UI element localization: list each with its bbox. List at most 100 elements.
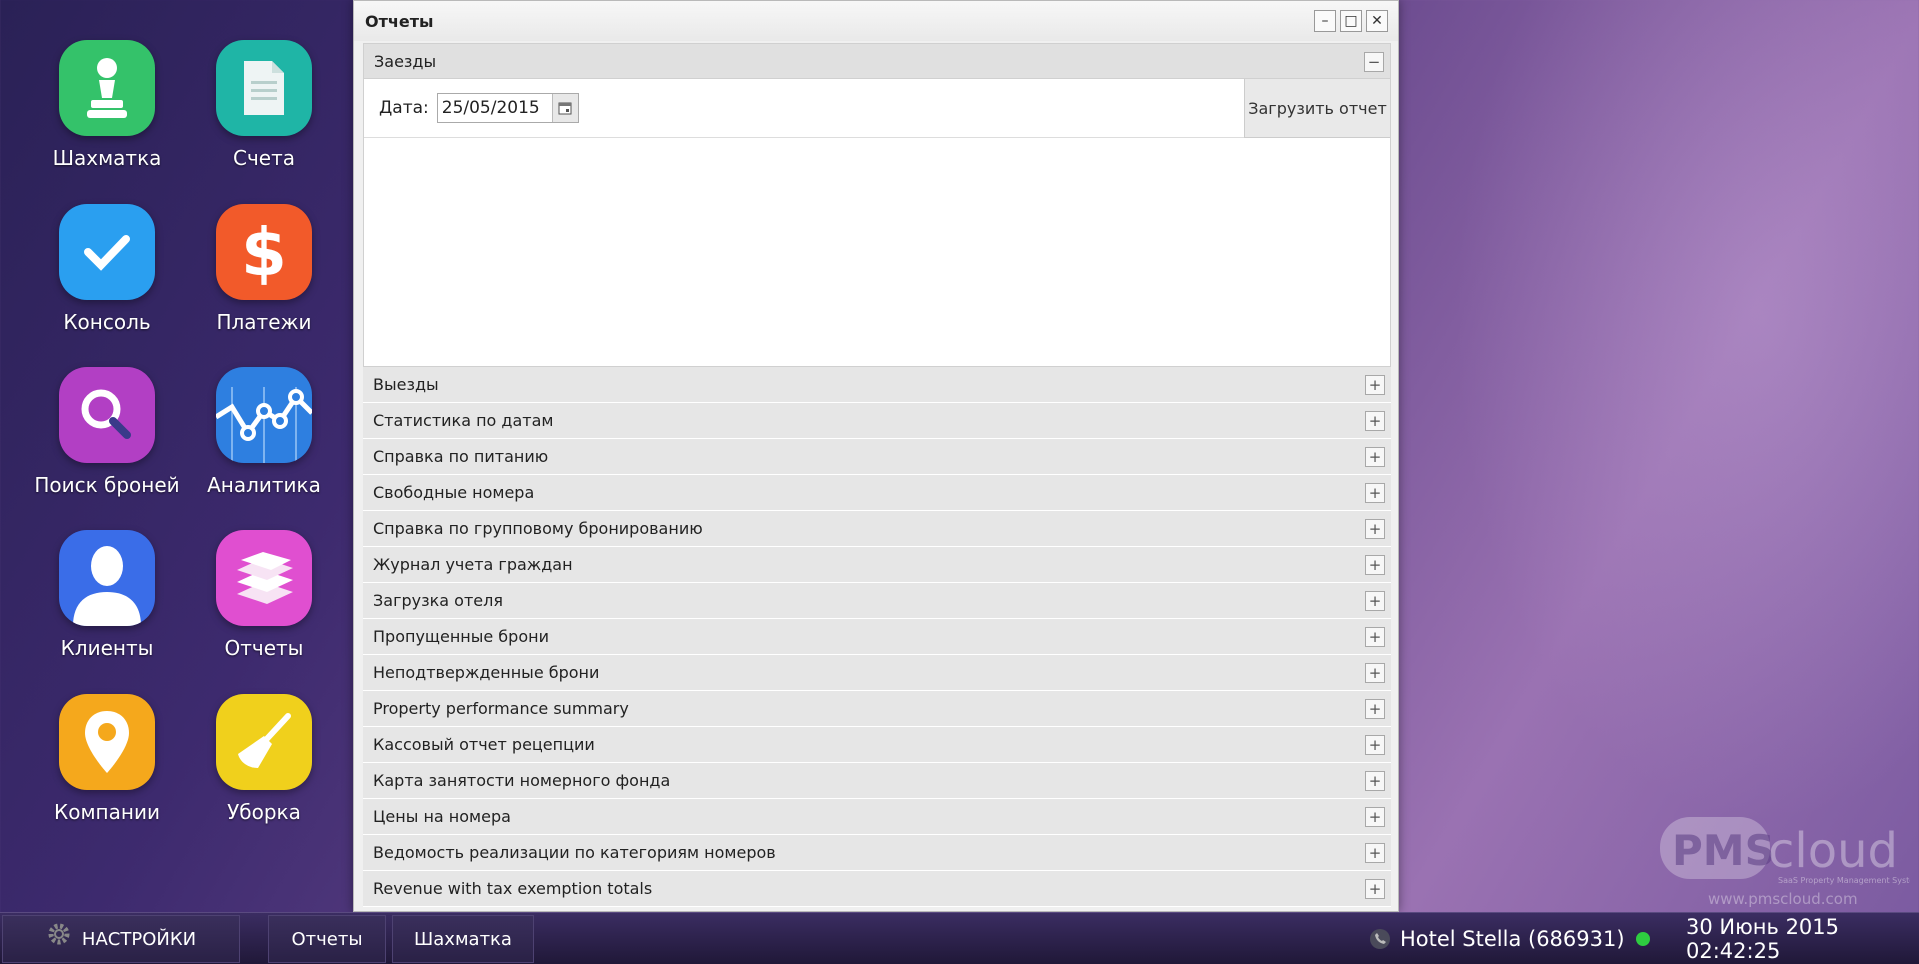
- expand-icon[interactable]: +: [1365, 843, 1385, 863]
- desktop-icon-label: Платежи: [216, 310, 312, 334]
- desktop-icon-console[interactable]: Консоль: [32, 204, 182, 334]
- expand-icon[interactable]: +: [1365, 663, 1385, 683]
- section-content-arrivals: Дата: Загрузить отчет: [363, 79, 1391, 367]
- minimize-button[interactable]: –: [1314, 10, 1336, 32]
- section-header[interactable]: Свободные номера +: [363, 475, 1391, 511]
- section-header[interactable]: Загрузка отеля +: [363, 583, 1391, 619]
- broom-icon: [216, 694, 312, 790]
- section-header[interactable]: Журнал учета граждан +: [363, 547, 1391, 583]
- status-dot-icon: [1636, 932, 1650, 946]
- expand-icon[interactable]: +: [1365, 879, 1385, 899]
- maximize-icon: □: [1344, 13, 1358, 29]
- section-title: Выезды: [373, 375, 439, 394]
- section-title: Пропущенные брони: [373, 627, 549, 646]
- expand-icon[interactable]: +: [1365, 771, 1385, 791]
- logo-cloud-text: cloud: [1768, 823, 1898, 879]
- expand-icon[interactable]: +: [1365, 483, 1385, 503]
- connection-status: [1636, 913, 1650, 964]
- section-header[interactable]: Выезды +: [363, 367, 1391, 403]
- taskbar-tab-label: Отчеты: [291, 928, 363, 950]
- logo-pms-text: PMS: [1672, 826, 1775, 875]
- desktop-icon-companies[interactable]: Компании: [32, 694, 182, 824]
- collapse-icon[interactable]: −: [1364, 52, 1384, 72]
- gear-icon: [48, 923, 70, 945]
- date-input[interactable]: [437, 98, 554, 118]
- settings-button[interactable]: НАСТРОЙКИ: [2, 915, 240, 963]
- settings-label: НАСТРОЙКИ: [81, 928, 197, 950]
- section-header[interactable]: Неподтвержденные брони +: [363, 655, 1391, 691]
- desktop-icon-analytics[interactable]: Аналитика: [189, 367, 339, 497]
- expand-icon[interactable]: +: [1365, 375, 1385, 395]
- logo-url: www.pmscloud.com: [1708, 890, 1858, 908]
- books-icon: [216, 530, 312, 626]
- document-icon: [216, 40, 312, 136]
- calendar-icon[interactable]: [551, 94, 578, 122]
- section-header[interactable]: Статистика по датам +: [363, 403, 1391, 439]
- reports-window: Отчеты – □ ✕ Заезды − Дата: Загрузить от…: [353, 0, 1399, 912]
- desktop-icon-booking-search[interactable]: Поиск броней: [32, 367, 182, 497]
- section-title: Карта занятости номерного фонда: [373, 771, 671, 790]
- section-header[interactable]: Цены на номера +: [363, 799, 1391, 835]
- hotel-info: Hotel Stella (686931): [1368, 913, 1625, 964]
- desktop-icon-reports[interactable]: Отчеты: [189, 530, 339, 660]
- section-header[interactable]: Карта занятости номерного фонда +: [363, 763, 1391, 799]
- hotel-name: Hotel Stella (686931): [1400, 927, 1625, 951]
- window-controls: – □ ✕: [1314, 10, 1388, 32]
- taskbar-tab-reports[interactable]: Отчеты: [268, 915, 386, 963]
- desktop-icon-label: Клиенты: [60, 636, 154, 660]
- section-title: Свободные номера: [373, 483, 535, 502]
- desktop-icon-label: Уборка: [227, 800, 301, 824]
- date-field[interactable]: [436, 93, 579, 123]
- taskbar-tab-chessboard[interactable]: Шахматка: [392, 915, 534, 963]
- taskbar: НАСТРОЙКИ Отчеты Шахматка Hotel Stella (…: [0, 912, 1919, 964]
- section-header[interactable]: Кассовый отчет рецепции +: [363, 727, 1391, 763]
- section-title: Справка по групповому бронированию: [373, 519, 703, 538]
- pmscloud-logo: PMS cloud SaaS Property Management Syste…: [1660, 815, 1919, 910]
- desktop-icon-label: Аналитика: [207, 473, 321, 497]
- section-title: Ведомость реализации по категориям номер…: [373, 843, 776, 862]
- section-title: Загрузка отеля: [373, 591, 503, 610]
- expand-icon[interactable]: +: [1365, 807, 1385, 827]
- desktop-icon-invoices[interactable]: Счета: [189, 40, 339, 170]
- close-icon: ✕: [1371, 13, 1383, 29]
- section-title: Справка по питанию: [373, 447, 549, 466]
- expand-icon[interactable]: +: [1365, 627, 1385, 647]
- section-title: Цены на номера: [373, 807, 511, 826]
- desktop-icon-payments[interactable]: $ Платежи: [189, 204, 339, 334]
- section-header-arrivals[interactable]: Заезды −: [363, 43, 1391, 79]
- load-report-button[interactable]: Загрузить отчет: [1244, 79, 1390, 138]
- maximize-button[interactable]: □: [1340, 10, 1362, 32]
- section-title: Статистика по датам: [373, 411, 554, 430]
- desktop-icon-label: Консоль: [63, 310, 151, 334]
- dollar-icon: $: [216, 204, 312, 300]
- desktop-icon-label: Поиск броней: [34, 473, 180, 497]
- section-header[interactable]: Справка по питанию +: [363, 439, 1391, 475]
- datetime-text: 30 Июнь 2015 02:42:25: [1686, 915, 1840, 963]
- section-title: Заезды: [374, 51, 437, 71]
- close-button[interactable]: ✕: [1366, 10, 1388, 32]
- section-header[interactable]: Справка по групповому бронированию +: [363, 511, 1391, 547]
- reports-accordion: Заезды − Дата: Загрузить отчет Выезды+Ст…: [363, 43, 1391, 907]
- section-header[interactable]: Revenue with tax exemption totals +: [363, 871, 1391, 907]
- section-header[interactable]: Property performance summary +: [363, 691, 1391, 727]
- expand-icon[interactable]: +: [1365, 591, 1385, 611]
- expand-icon[interactable]: +: [1365, 411, 1385, 431]
- checkmark-icon: [59, 204, 155, 300]
- desktop-icon-label: Счета: [233, 146, 295, 170]
- user-icon: [59, 530, 155, 626]
- section-title: Журнал учета граждан: [373, 555, 573, 574]
- section-header[interactable]: Пропущенные брони +: [363, 619, 1391, 655]
- expand-icon[interactable]: +: [1365, 699, 1385, 719]
- expand-icon[interactable]: +: [1365, 555, 1385, 575]
- expand-icon[interactable]: +: [1365, 519, 1385, 539]
- desktop-icon-cleaning[interactable]: Уборка: [189, 694, 339, 824]
- desktop-icon-chessboard[interactable]: Шахматка: [32, 40, 182, 170]
- expand-icon[interactable]: +: [1365, 735, 1385, 755]
- taskbar-tab-label: Шахматка: [414, 928, 512, 950]
- section-header[interactable]: Ведомость реализации по категориям номер…: [363, 835, 1391, 871]
- expand-icon[interactable]: +: [1365, 447, 1385, 467]
- desktop-icon-label: Шахматка: [52, 146, 162, 170]
- desktop-icon-clients[interactable]: Клиенты: [32, 530, 182, 660]
- section-title: Revenue with tax exemption totals: [373, 879, 653, 898]
- phone-icon: [1370, 929, 1390, 949]
